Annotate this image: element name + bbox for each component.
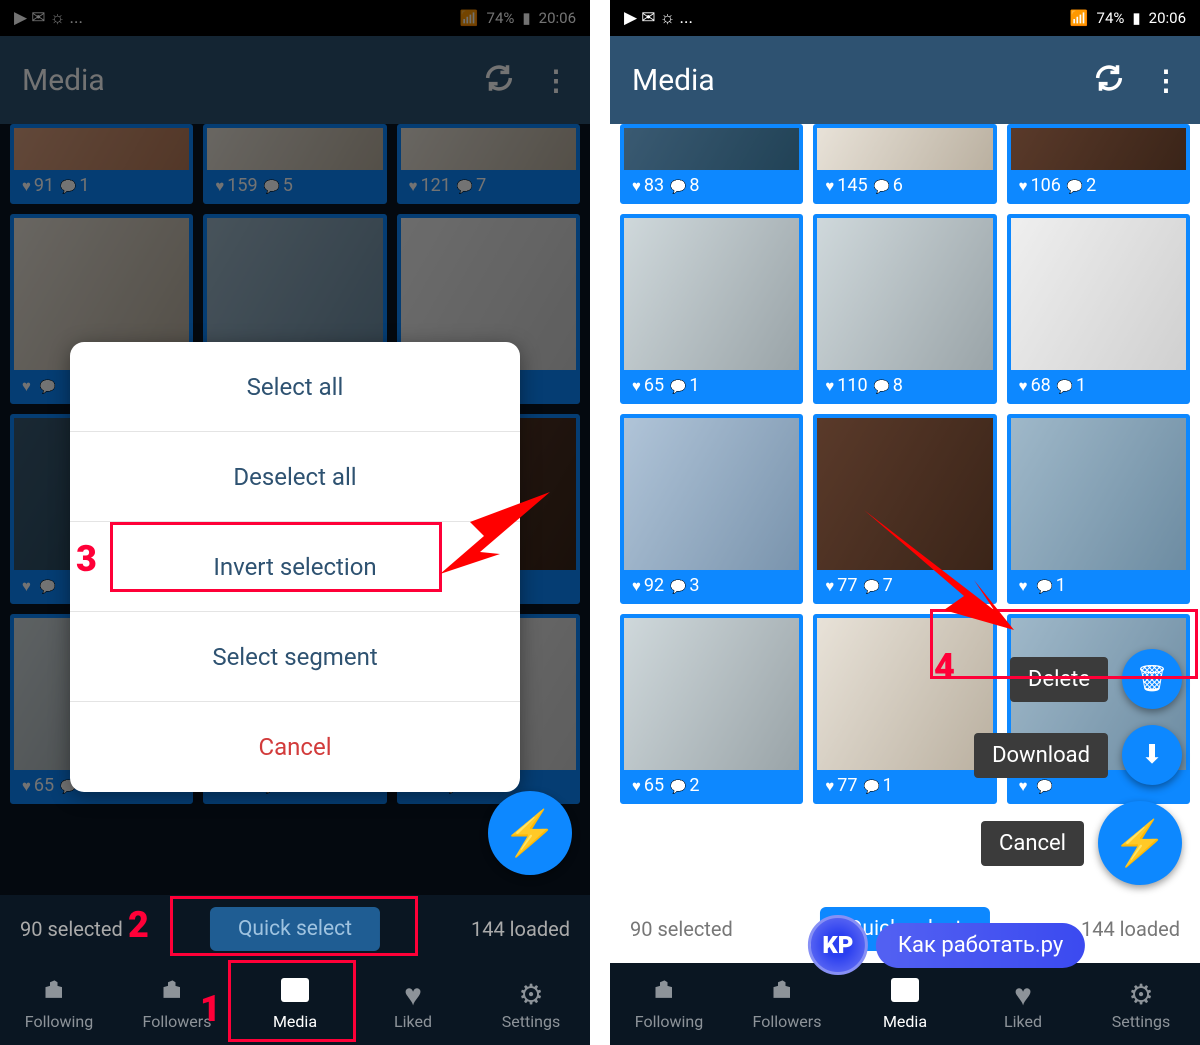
media-tile[interactable]: 777 bbox=[813, 414, 996, 604]
nav-following[interactable]: Following bbox=[610, 963, 728, 1045]
wifi-icon: 📶 bbox=[1070, 9, 1089, 27]
status-bar: ▶ ✉ ☼ ... 📶 74% ▮ 20:06 bbox=[610, 0, 1200, 36]
media-tile[interactable]: 1 bbox=[1007, 414, 1190, 604]
bottom-nav: Following Followers Media Liked Settings bbox=[610, 963, 1200, 1045]
screenshot-left: ▶ ✉ ☼ ... 📶 74% ▮ 20:06 Media ⋮ 911 1595… bbox=[0, 0, 590, 1045]
media-tile[interactable]: 911 bbox=[10, 124, 193, 204]
media-tile[interactable]: 838 bbox=[620, 124, 803, 204]
trash-icon: 🗑 bbox=[1135, 664, 1168, 694]
page-title: Media bbox=[22, 63, 456, 98]
media-tile[interactable]: 1217 bbox=[397, 124, 580, 204]
loaded-count: 144 loaded bbox=[1081, 917, 1180, 941]
download-button[interactable]: ⬇ bbox=[1122, 725, 1182, 785]
status-right: 📶 74% ▮ 20:06 bbox=[1070, 9, 1186, 27]
media-tile[interactable]: 681 bbox=[1007, 214, 1190, 404]
status-left: ▶ ✉ ☼ ... bbox=[14, 8, 83, 28]
deselect-all-option[interactable]: Deselect all bbox=[70, 432, 520, 522]
status-left: ▶ ✉ ☼ ... bbox=[624, 8, 693, 28]
select-all-option[interactable]: Select all bbox=[70, 342, 520, 432]
media-tile[interactable]: 1456 bbox=[813, 124, 996, 204]
media-tile[interactable]: 1595 bbox=[203, 124, 386, 204]
fab-menu: Delete 🗑 Download ⬇ Cancel ⚡ bbox=[974, 649, 1182, 885]
watermark-badge: KP bbox=[808, 915, 868, 975]
quick-select-button[interactable]: Quick select bbox=[210, 907, 380, 951]
select-segment-option[interactable]: Select segment bbox=[70, 612, 520, 702]
watermark-text: Как работать.ру bbox=[876, 923, 1085, 968]
action-sheet: Select all Deselect all Invert selection… bbox=[70, 342, 520, 792]
nav-followers[interactable]: Followers bbox=[728, 963, 846, 1045]
fab-lightning-button[interactable]: ⚡ bbox=[488, 791, 572, 875]
bottom-nav: Following Followers Media Liked Settings bbox=[0, 963, 590, 1045]
media-tile[interactable]: 771 bbox=[813, 614, 996, 804]
nav-liked[interactable]: Liked bbox=[354, 963, 472, 1045]
delete-button[interactable]: 🗑 bbox=[1122, 649, 1182, 709]
media-tile[interactable]: 923 bbox=[620, 414, 803, 604]
nav-followers[interactable]: Followers bbox=[118, 963, 236, 1045]
kebab-menu-icon[interactable]: ⋮ bbox=[1152, 64, 1178, 97]
watermark: KP Как работать.ру bbox=[808, 915, 1085, 975]
download-icon: ⬇ bbox=[1141, 740, 1163, 770]
selected-count: 90 selected bbox=[630, 917, 733, 941]
kebab-menu-icon[interactable]: ⋮ bbox=[542, 64, 568, 97]
download-label: Download bbox=[974, 733, 1108, 778]
status-bar: ▶ ✉ ☼ ... 📶 74% ▮ 20:06 bbox=[0, 0, 590, 36]
battery-icon: ▮ bbox=[522, 9, 530, 27]
nav-media[interactable]: Media bbox=[846, 963, 964, 1045]
media-tile[interactable]: 1108 bbox=[813, 214, 996, 404]
fab-container: ⚡ bbox=[488, 791, 572, 875]
status-right: 📶 74% ▮ 20:06 bbox=[460, 9, 576, 27]
nav-following[interactable]: Following bbox=[0, 963, 118, 1045]
app-bar: Media ⋮ bbox=[610, 36, 1200, 124]
screenshot-right: ▶ ✉ ☼ ... 📶 74% ▮ 20:06 Media ⋮ 838 1456… bbox=[610, 0, 1200, 1045]
fab-lightning-button[interactable]: ⚡ bbox=[1098, 801, 1182, 885]
cancel-option[interactable]: Cancel bbox=[70, 702, 520, 792]
nav-settings[interactable]: Settings bbox=[1082, 963, 1200, 1045]
media-tile[interactable]: 1062 bbox=[1007, 124, 1190, 204]
delete-label: Delete bbox=[1010, 657, 1108, 702]
wifi-icon: 📶 bbox=[460, 9, 479, 27]
page-title: Media bbox=[632, 63, 1066, 98]
loaded-count: 144 loaded bbox=[471, 917, 570, 941]
refresh-icon[interactable] bbox=[482, 61, 516, 99]
app-bar: Media ⋮ bbox=[0, 36, 590, 124]
battery-icon: ▮ bbox=[1132, 9, 1140, 27]
nav-media[interactable]: Media bbox=[236, 963, 354, 1045]
cancel-label: Cancel bbox=[981, 821, 1084, 866]
invert-selection-option[interactable]: Invert selection bbox=[70, 522, 520, 612]
selected-count: 90 selected bbox=[20, 917, 123, 941]
media-tile[interactable]: 652 bbox=[620, 614, 803, 804]
refresh-icon[interactable] bbox=[1092, 61, 1126, 99]
media-tile[interactable]: 651 bbox=[620, 214, 803, 404]
nav-liked[interactable]: Liked bbox=[964, 963, 1082, 1045]
nav-settings[interactable]: Settings bbox=[472, 963, 590, 1045]
selection-bar: 90 selected Quick select 144 loaded bbox=[0, 895, 590, 963]
